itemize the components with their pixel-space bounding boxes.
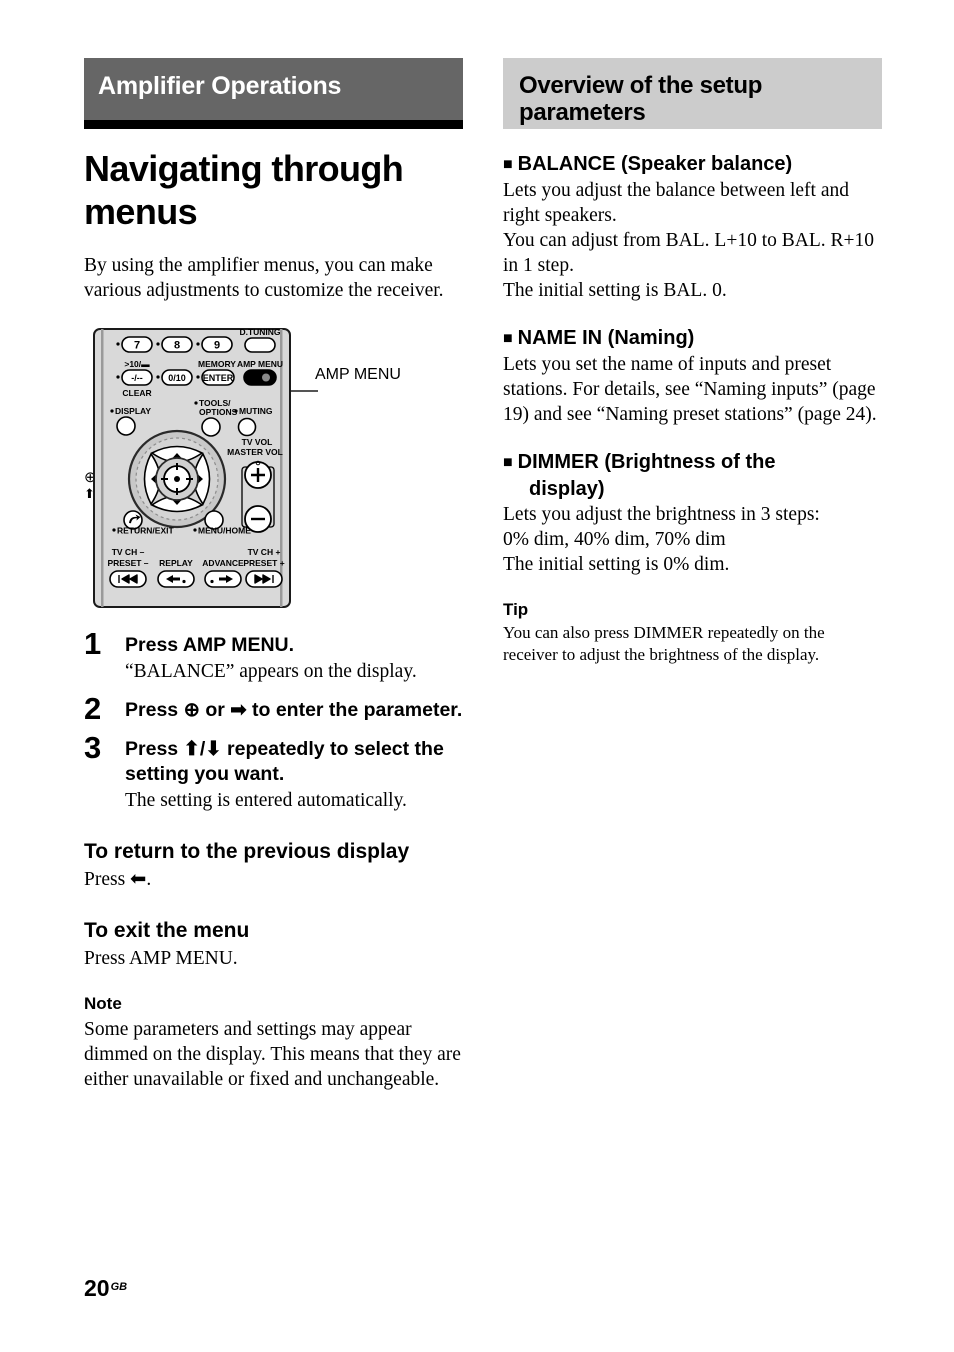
param-name-in-heading: ■ NAME IN (Naming) (503, 325, 882, 352)
page-folio: 20GB (84, 1276, 127, 1300)
chapter-banner-title: Amplifier Operations (98, 72, 342, 100)
step-2-heading-post: or ➡ to enter the parameter. (199, 698, 463, 721)
param-dimmer-heading-text: DIMMER (Brightness of the (517, 451, 776, 473)
remote-label-7: 7 (134, 339, 140, 351)
remote-label-8: 8 (174, 339, 180, 351)
enter-button-icon: ⊕ (183, 698, 200, 721)
remote-label-preset-minus: PRESET – (107, 558, 148, 568)
section-return-previous-body: Press ⬅. (84, 868, 152, 890)
remote-figure: ⊕ , ⬆/⬇/⬅/➡ AMP MENU 7 8 9 D.TUNING (84, 323, 463, 613)
left-column: Amplifier Operations Navigating through … (84, 58, 463, 1092)
remote-label-muting: MUTING (239, 406, 273, 416)
remote-label-advance: ADVANCE (202, 558, 244, 568)
remote-label-memory: MEMORY (198, 359, 236, 369)
chapter-banner: Amplifier Operations (84, 58, 463, 120)
step-1-body: “BALANCE” appears on the display. (125, 660, 417, 682)
chapter-rule (84, 120, 463, 129)
section-note-heading: Note (84, 993, 122, 1013)
step-1-heading: Press AMP MENU. (125, 633, 295, 656)
page-number-suffix: GB (110, 1281, 128, 1293)
param-balance-body: Lets you adjust the balance between left… (503, 180, 875, 301)
remote-label-enter: ENTER (203, 373, 234, 383)
remote-label-tv-ch-minus: TV CH – (112, 547, 145, 557)
remote-control-illustration: 7 8 9 D.TUNING >10/▬ -/-- CLEAR 0/10 MEM… (93, 327, 291, 608)
param-dimmer-heading: ■ DIMMER (Brightness of the display) (503, 449, 882, 502)
section-exit-menu-body: Press AMP MENU. (84, 947, 238, 969)
remote-label-zero-ten: 0/10 (168, 373, 186, 383)
page-title: Navigating through menus (84, 148, 404, 232)
section-note: Note Some parameters and settings may ap… (84, 993, 463, 1092)
param-balance: ■ BALANCE (Speaker balance) Lets you adju… (503, 151, 882, 303)
intro-paragraph: By using the amplifier menus, you can ma… (84, 255, 444, 301)
step-3: 3 Press ⬆/⬇ repeatedly to select the set… (84, 732, 463, 813)
param-dimmer-body: Lets you adjust the brightness in 3 step… (503, 504, 820, 575)
param-dimmer-heading-cont: display) (529, 478, 605, 500)
section-note-body: Some parameters and settings may appear … (84, 1018, 461, 1090)
remote-label-amp-menu: AMP MENU (237, 359, 283, 369)
remote-label-tv-ch-plus: TV CH + (248, 547, 281, 557)
param-dimmer: ■ DIMMER (Brightness of the display) Lets … (503, 449, 882, 577)
remote-label-tv-vol: TV VOL (242, 437, 273, 447)
section-tip: Tip You can also press DIMMER repeatedly… (503, 599, 882, 666)
step-1: 1 Press AMP MENU. “BALANCE” appears on t… (84, 628, 463, 684)
param-balance-heading: ■ BALANCE (Speaker balance) (503, 151, 882, 178)
remote-label-preset-plus: PRESET + (243, 558, 284, 568)
step-2-heading: Press ⊕ or ➡ to enter the parameter. (125, 698, 463, 723)
step-1-number: 1 (84, 625, 102, 661)
remote-label-replay: REPLAY (159, 558, 193, 568)
param-balance-heading-text: BALANCE (Speaker balance) (517, 153, 793, 175)
bullet-square-icon: ■ (503, 454, 513, 471)
step-2: 2 Press ⊕ or ➡ to enter the parameter. (84, 693, 463, 724)
section-banner-title: Overview of the setup parameters (519, 72, 763, 126)
remote-label-return-exit: RETURN/EXIT (117, 525, 174, 535)
remote-label-tenkey-top: >10/▬ (124, 359, 150, 369)
step-2-number: 2 (84, 690, 102, 726)
section-exit-menu-heading: To exit the menu (84, 918, 250, 942)
param-name-in-body: Lets you set the name of inputs and pres… (503, 354, 877, 425)
step-3-body: The setting is entered automatically. (125, 789, 407, 811)
step-3-heading: Press ⬆/⬇ repeatedly to select the setti… (125, 737, 444, 785)
step-2-heading-pre: Press (125, 698, 184, 721)
section-banner: Overview of the setup parameters (503, 58, 882, 129)
remote-label-dtuning: D.TUNING (239, 327, 280, 337)
tip-heading: Tip (503, 600, 529, 619)
remote-label-9: 9 (214, 339, 220, 351)
page-number: 20 (84, 1275, 110, 1301)
remote-label-master-vol: MASTER VOL (227, 447, 283, 457)
param-name-in-heading-text: NAME IN (Naming) (517, 327, 695, 349)
procedure-steps: 1 Press AMP MENU. “BALANCE” appears on t… (84, 628, 463, 813)
section-exit-menu: To exit the menu Press AMP MENU. (84, 918, 463, 971)
section-return-previous-heading: To return to the previous display (84, 839, 410, 863)
bullet-square-icon: ■ (503, 330, 513, 347)
section-return-previous: To return to the previous display Press … (84, 839, 463, 892)
remote-label-display: DISPLAY (115, 406, 151, 416)
step-3-number: 3 (84, 729, 102, 765)
bullet-square-icon: ■ (503, 156, 513, 173)
tip-body: You can also press DIMMER repeatedly on … (503, 623, 825, 664)
remote-label-options: OPTIONS (199, 407, 238, 417)
param-name-in: ■ NAME IN (Naming) Lets you set the name … (503, 325, 882, 427)
callout-amp-menu: AMP MENU (315, 365, 401, 383)
right-column: Overview of the setup parameters ■ BALANC… (503, 58, 882, 666)
remote-label-tenkey: -/-- (131, 373, 143, 383)
remote-label-clear: CLEAR (122, 388, 151, 398)
